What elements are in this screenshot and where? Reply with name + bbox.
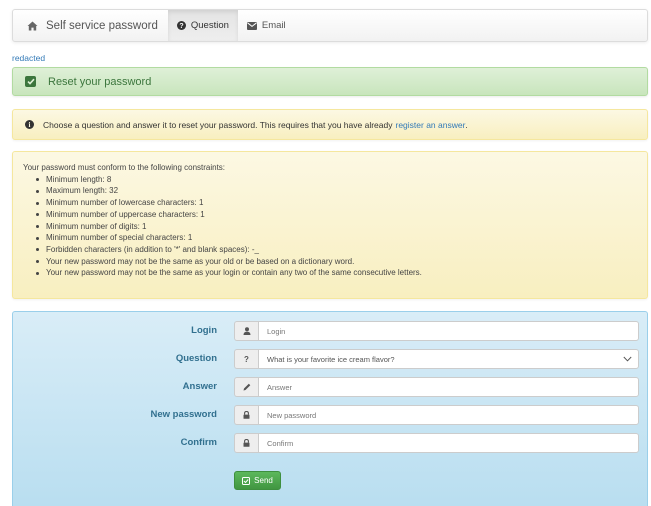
login-input[interactable] [258,321,639,341]
confirm-input[interactable] [258,433,639,453]
question-row: Question ? What is your favorite ice cre… [13,349,649,369]
answer-input[interactable] [258,377,639,397]
new-password-input[interactable] [258,405,639,425]
check-square-icon [25,76,36,87]
answer-label: Answer [182,381,217,392]
tab-question[interactable]: ? Question [167,10,238,41]
login-row: Login [13,321,649,341]
constraint-item: Forbidden characters (in addition to '*'… [34,244,637,256]
question-circle-icon: ? [176,21,186,30]
register-answer-link[interactable]: register an answer [395,120,465,130]
login-label: Login [191,325,217,336]
constraint-item: Your new password may not be the same as… [34,267,637,279]
lock-icon [234,405,258,425]
confirm-row: Confirm [13,433,649,453]
question-select-value: What is your favorite ice cream flavor? [267,354,395,364]
info-circle-icon: i [25,120,34,129]
reset-form: Login Question ? What is your favorite i… [12,311,648,506]
success-alert: Reset your password [12,67,648,96]
password-constraints: Your password must conform to the follow… [12,151,648,299]
envelope-icon [246,21,257,30]
answer-row: Answer [13,377,649,397]
brand-link[interactable]: Self service password [13,10,168,41]
user-icon [234,321,258,341]
send-button[interactable]: Send [234,471,281,490]
chevron-down-icon [623,356,632,362]
constraint-item: Maximum length: 32 [34,185,637,197]
info-alert-text: Choose a question and answer it to reset… [43,119,393,130]
confirm-label: Confirm [180,437,217,448]
constraint-item: Minimum length: 8 [34,174,637,186]
constraint-item: Minimum number of lowercase characters: … [34,197,637,209]
tab-email[interactable]: Email [238,10,295,41]
constraint-item: Minimum number of uppercase characters: … [34,209,637,221]
tab-email-label: Email [261,20,286,31]
info-alert: i Choose a question and answer it to res… [12,109,648,140]
brand-label: Self service password [46,19,158,32]
constraint-item: Minimum number of digits: 1 [34,221,637,233]
success-alert-text: Reset your password [48,75,152,88]
info-alert-suffix: . [465,119,468,130]
constraints-heading: Your password must conform to the follow… [23,163,226,172]
home-icon [27,21,38,30]
constraint-item: Minimum number of special characters: 1 [34,232,637,244]
svg-text:?: ? [179,23,183,30]
send-button-label: Send [254,476,273,485]
tab-question-label: Question [190,20,229,31]
pencil-icon [234,377,258,397]
new-password-row: New password [13,405,649,425]
question-label: Question [175,353,217,364]
lock-icon [234,433,258,453]
question-icon: ? [234,349,258,369]
navbar: Self service password ? Question Email [12,9,648,42]
new-password-label: New password [150,409,217,420]
question-select[interactable]: What is your favorite ice cream flavor? [258,349,639,369]
constraint-item: Your new password may not be the same as… [34,256,637,268]
redacted-link[interactable]: redacted [12,53,45,63]
constraints-list: Minimum length: 8 Maximum length: 32 Min… [23,174,637,279]
check-square-icon [242,476,251,485]
